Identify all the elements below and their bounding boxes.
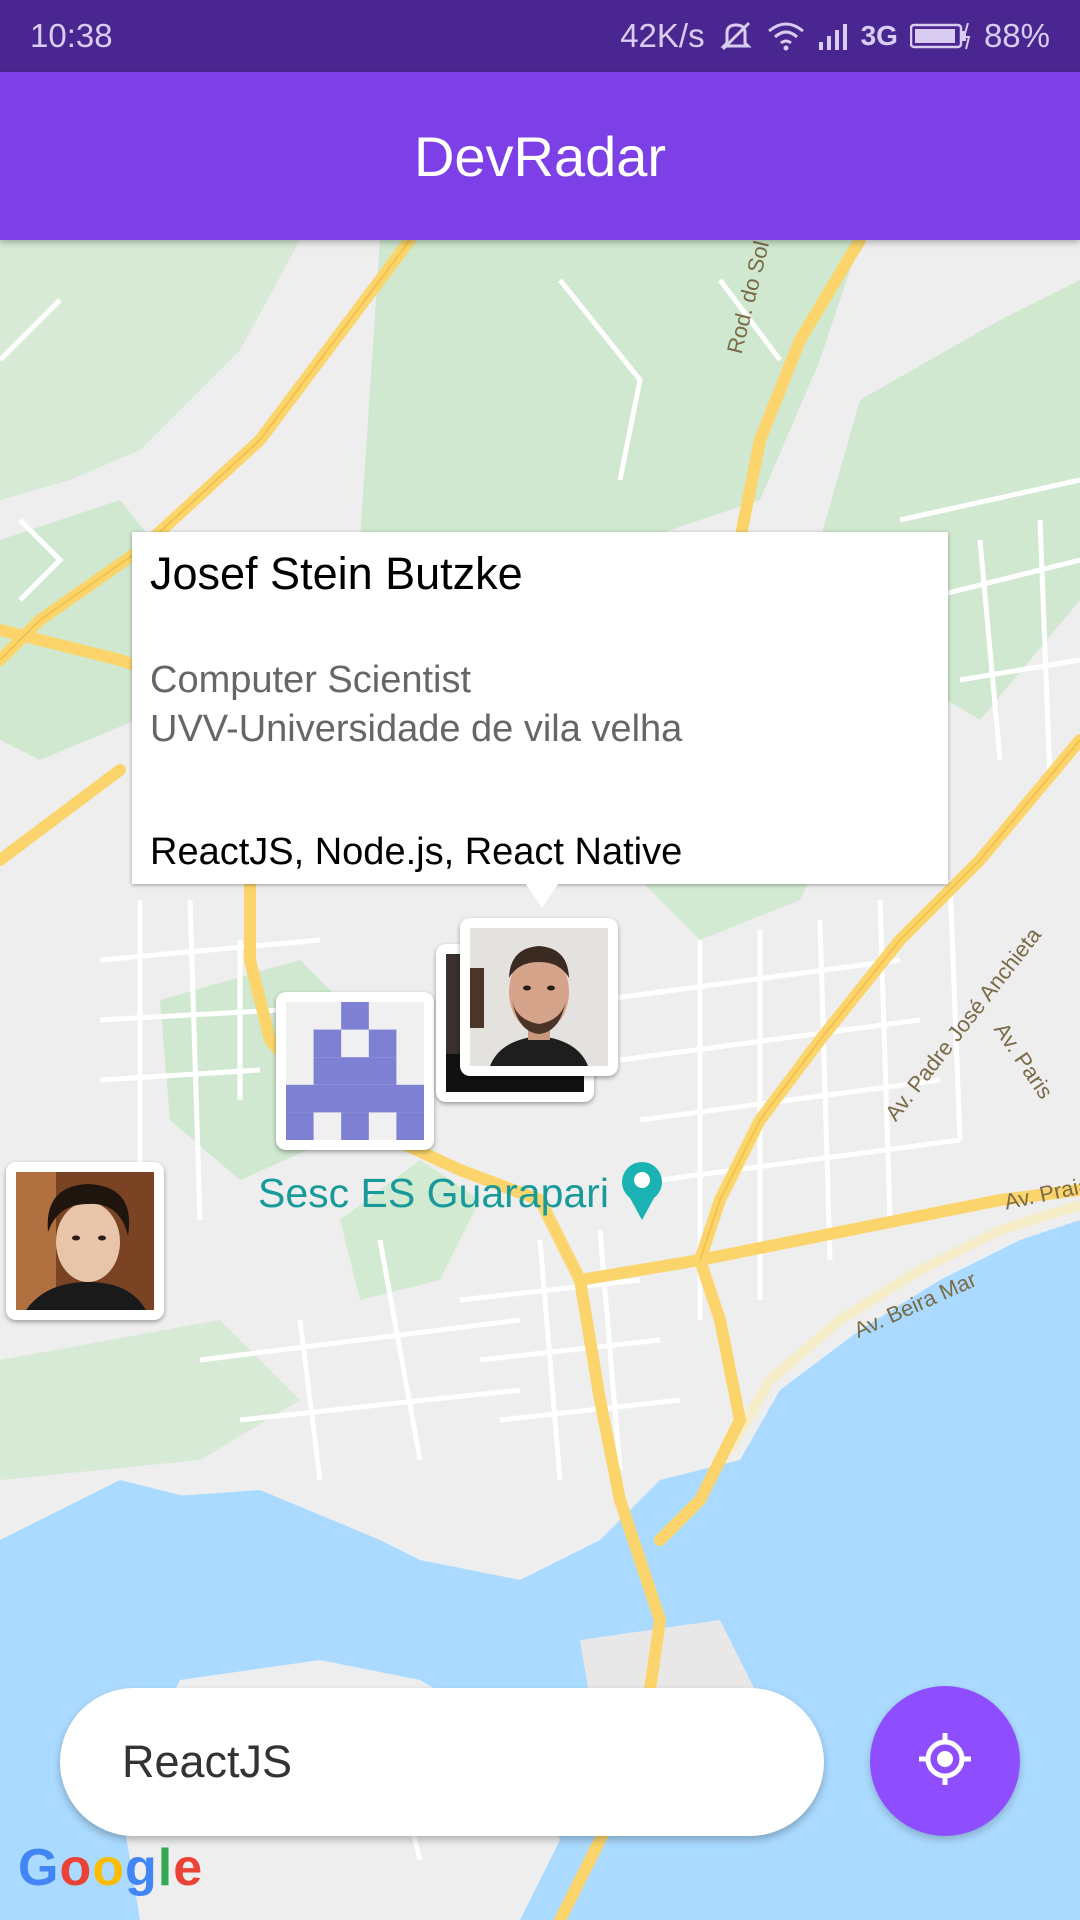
google-logo-letter: G <box>18 1839 60 1897</box>
app-bar: DevRadar <box>0 72 1080 240</box>
dev-bio: Computer Scientist UVV-Universidade de v… <box>150 656 930 754</box>
battery-icon <box>909 23 972 49</box>
dev-name: Josef Stein Butzke <box>150 548 523 599</box>
avatar <box>16 1172 154 1310</box>
mute-icon <box>717 19 755 53</box>
google-logo-letter: o <box>59 1839 93 1897</box>
identicon-avatar <box>286 1002 424 1140</box>
dev-marker-left[interactable] <box>6 1162 164 1320</box>
search-input[interactable] <box>120 1735 764 1789</box>
dev-callout[interactable]: Josef Stein Butzke Computer Scientist UV… <box>132 532 948 908</box>
google-logo-letter: g <box>124 1839 158 1897</box>
app-title: DevRadar <box>413 124 667 188</box>
signal-icon <box>817 22 849 50</box>
status-bar: 10:38 42K/s 3G 88% <box>0 0 1080 72</box>
status-time: 10:38 <box>30 17 113 54</box>
google-logo-letter: o <box>92 1839 125 1897</box>
dev-bio-line: Computer Scientist <box>150 659 472 701</box>
my-location-icon <box>915 1729 975 1794</box>
map-view[interactable]: Sesc ES Guarapari Rod. do Sol Av. Padre … <box>0 240 1080 1920</box>
poi-label[interactable]: Sesc ES Guarapari <box>258 1170 609 1217</box>
google-logo-letter: l <box>157 1839 174 1897</box>
dev-bio-line: UVV-Universidade de vila velha <box>150 708 683 750</box>
google-logo-letter: e <box>173 1839 204 1897</box>
dev-marker-selected[interactable] <box>460 918 618 1076</box>
dev-marker-identicon[interactable] <box>276 992 434 1150</box>
locate-button[interactable] <box>870 1686 1020 1836</box>
wifi-icon <box>767 21 805 51</box>
network-type: 3G <box>860 20 898 51</box>
status-icons: 42K/s 3G 88% <box>620 17 1050 55</box>
battery-percent: 88% <box>983 17 1050 54</box>
google-logo: Google <box>18 1838 203 1898</box>
dev-techs: ReactJS, Node.js, React Native <box>150 831 683 873</box>
network-speed: 42K/s <box>620 17 705 54</box>
callout-arrow <box>526 884 558 908</box>
avatar-josef <box>470 928 608 1066</box>
search-bar <box>60 1688 824 1836</box>
